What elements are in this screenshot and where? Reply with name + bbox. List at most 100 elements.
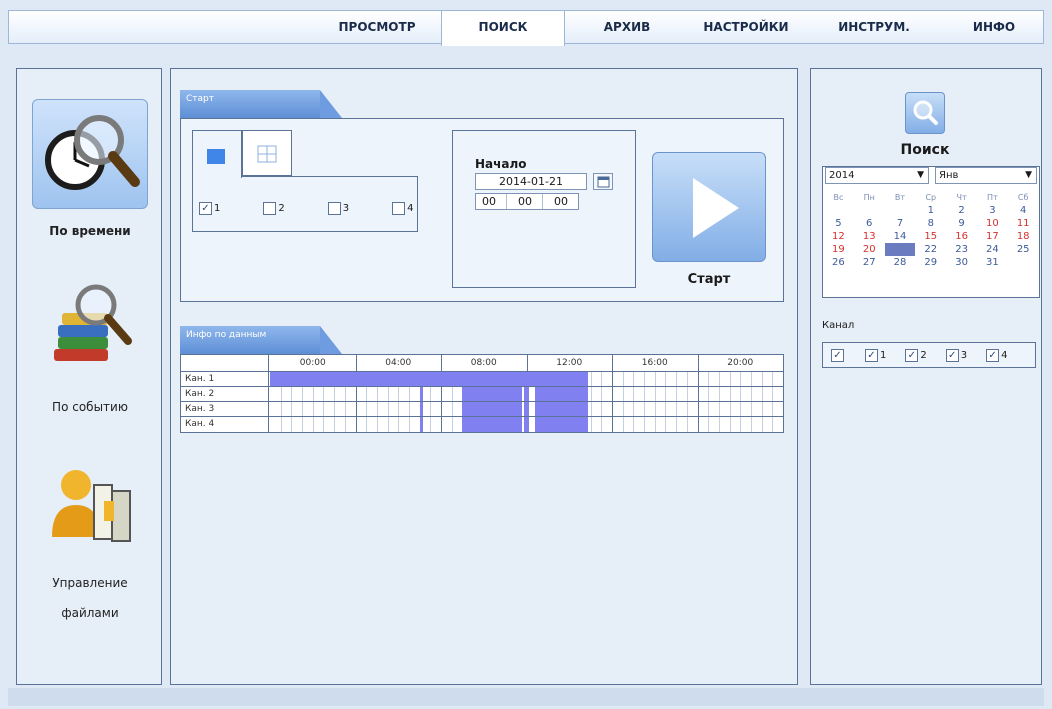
hour-divider (612, 355, 613, 371)
timeline-track[interactable] (270, 387, 783, 401)
sidebar-item-by-event[interactable]: По событию (17, 275, 163, 419)
search-type-sidebar: По времени По событию Управление файлами (16, 68, 162, 685)
calendar-day[interactable]: 14 (885, 230, 916, 243)
calendar-day[interactable]: 17 (977, 230, 1008, 243)
calendar-day[interactable]: 21 (884, 243, 916, 256)
timeline-gridline (644, 372, 646, 386)
timeline-gridline (729, 387, 731, 401)
top-navigation-bar: ПРОСМОТР ПОИСК АРХИВ НАСТРОЙКИ ИНСТРУМ. … (8, 10, 1044, 46)
calendar-day[interactable]: 30 (946, 256, 977, 269)
calendar-day[interactable]: 19 (823, 243, 854, 256)
calendar-day[interactable]: 2 (946, 204, 977, 217)
tab-info[interactable]: ИНФО (949, 11, 1039, 44)
calendar-empty-cell (854, 204, 885, 217)
timeline-row[interactable]: Кан. 4 (181, 417, 783, 432)
year-select[interactable]: 2014 ▼ (825, 167, 929, 184)
filter-channel-3-checkbox[interactable]: ✓ (945, 348, 959, 362)
sidebar-item-file-management[interactable]: Управление файлами (17, 451, 163, 625)
tab-search[interactable]: ПОИСК (441, 11, 565, 46)
recording-segment[interactable] (462, 417, 523, 432)
calendar-day[interactable]: 3 (977, 204, 1008, 217)
calendar-day[interactable]: 10 (977, 217, 1008, 230)
calendar-week-row: 5 6 7 8 9 10 11 (823, 217, 1039, 230)
timeline-gridline (772, 372, 774, 386)
time-second: 00 (554, 195, 568, 208)
recording-segment[interactable] (419, 402, 423, 416)
single-view-button[interactable] (192, 130, 242, 178)
bottom-status-strip (8, 688, 1044, 706)
recording-segment[interactable] (524, 387, 529, 401)
timeline-gridline (622, 402, 624, 416)
channel-2-checkbox[interactable] (263, 201, 277, 215)
recording-segment[interactable] (419, 387, 423, 401)
recording-segment[interactable] (270, 372, 589, 386)
month-select[interactable]: Янв ▼ (935, 167, 1037, 184)
data-info-tab-label: Инфо по данным (186, 330, 267, 340)
calendar-day[interactable]: 12 (823, 230, 854, 243)
calendar-day[interactable]: 8 (915, 217, 946, 230)
filter-channel-4-checkbox[interactable]: ✓ (986, 348, 1000, 362)
calendar-day[interactable]: 16 (946, 230, 977, 243)
recording-segment[interactable] (462, 402, 523, 416)
calendar-day[interactable]: 4 (1008, 204, 1039, 217)
sidebar-item-by-time[interactable]: По времени (17, 99, 163, 243)
calendar-day[interactable]: 11 (1008, 217, 1039, 230)
calendar-day[interactable]: 1 (915, 204, 946, 217)
calendar-day[interactable]: 26 (823, 256, 854, 269)
start-play-button[interactable] (652, 152, 766, 262)
tab-tools[interactable]: ИНСТРУМ. (819, 11, 929, 44)
channel-all-checkbox[interactable]: ✓ (831, 348, 844, 362)
timeline-row[interactable]: Кан. 1 (181, 372, 783, 387)
calendar-day[interactable]: 9 (946, 217, 977, 230)
recording-segment[interactable] (535, 387, 589, 401)
timeline-gridline (740, 387, 742, 401)
calendar-day[interactable]: 28 (885, 256, 916, 269)
calendar-day[interactable]: 5 (823, 217, 854, 230)
hour-divider (526, 355, 528, 371)
channel-3-checkbox[interactable] (327, 201, 341, 215)
timeline-gridline (772, 402, 774, 416)
tab-settings[interactable]: НАСТРОЙКИ (691, 11, 801, 44)
channel-4-checkbox[interactable] (392, 201, 406, 215)
calendar-day[interactable]: 23 (946, 243, 977, 256)
recording-segment[interactable] (535, 417, 589, 432)
channel-row-label: Кан. 1 (181, 372, 269, 386)
calendar-day[interactable]: 6 (854, 217, 885, 230)
calendar-day[interactable]: 18 (1008, 230, 1039, 243)
tab-preview[interactable]: ПРОСМОТР (321, 11, 433, 44)
timeline-track[interactable] (270, 417, 783, 432)
calendar-day[interactable]: 31 (977, 256, 1008, 269)
start-date-field[interactable]: 2014-01-21 (475, 173, 587, 190)
recording-segment[interactable] (524, 417, 529, 432)
timeline-gridline (590, 387, 592, 401)
recording-segment[interactable] (535, 402, 589, 416)
calendar-day[interactable]: 20 (854, 243, 885, 256)
recording-segment[interactable] (462, 387, 523, 401)
timeline-track[interactable] (270, 372, 783, 386)
calendar-day[interactable]: 13 (854, 230, 885, 243)
tab-archive[interactable]: АРХИВ (577, 11, 677, 44)
weekday-label: Вт (894, 193, 906, 202)
calendar-day[interactable]: 22 (915, 243, 946, 256)
calendar-day[interactable]: 7 (885, 217, 916, 230)
timeline-track[interactable] (270, 402, 783, 416)
calendar-day[interactable]: 25 (1008, 243, 1039, 256)
start-time-field[interactable]: 00 00 00 (475, 193, 579, 210)
timeline-row[interactable]: Кан. 2 (181, 387, 783, 402)
channel-1-checkbox[interactable]: ✓ (199, 201, 212, 215)
recording-segment[interactable] (419, 417, 423, 432)
filter-channel-2-checkbox[interactable]: ✓ (905, 348, 919, 362)
timeline-gridline (291, 402, 293, 416)
calendar-day[interactable]: 29 (915, 256, 946, 269)
calendar-icon (597, 176, 610, 188)
calendar-day[interactable]: 27 (854, 256, 885, 269)
calendar-day[interactable]: 24 (977, 243, 1008, 256)
timeline-row[interactable]: Кан. 3 (181, 402, 783, 417)
filter-channel-1-checkbox[interactable]: ✓ (865, 348, 878, 362)
calendar-day[interactable]: 15 (915, 230, 946, 243)
search-button[interactable] (905, 92, 945, 134)
timeline-gridline (622, 417, 624, 432)
quad-view-button[interactable] (242, 130, 292, 176)
calendar-picker-button[interactable] (593, 173, 613, 190)
recording-segment[interactable] (524, 402, 529, 416)
